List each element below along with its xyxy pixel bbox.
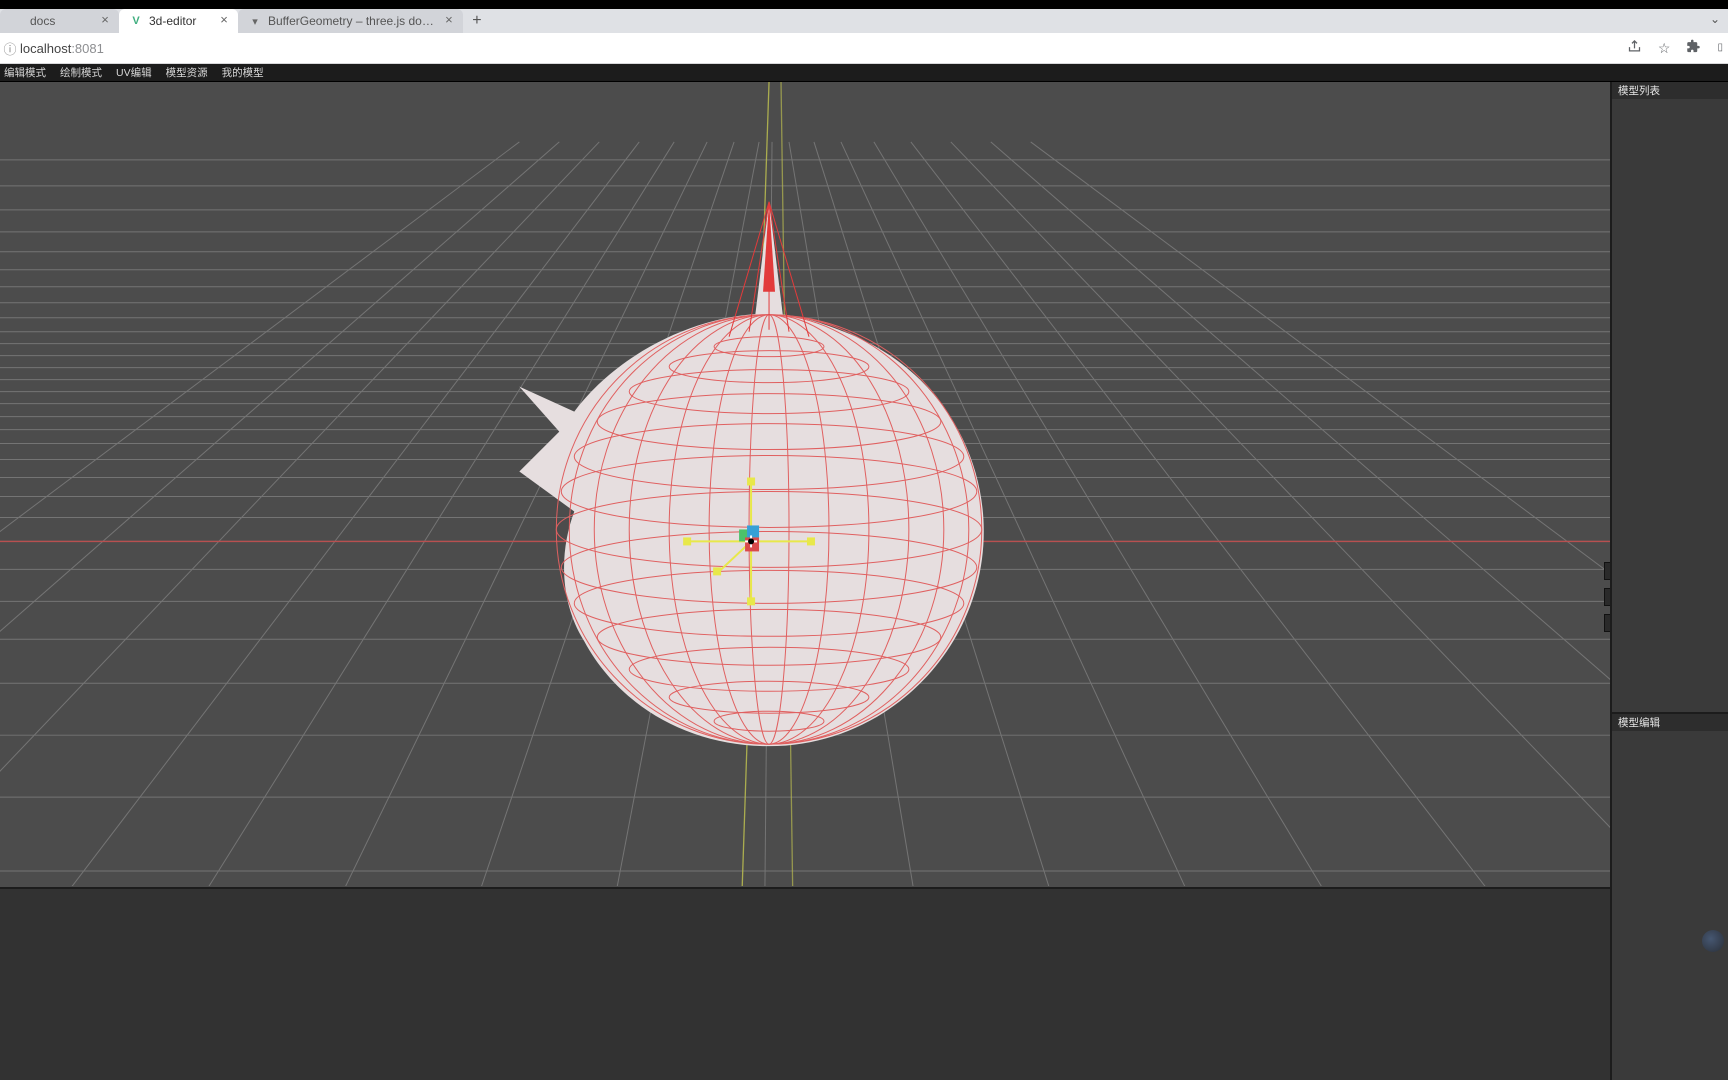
assistant-bubble-icon[interactable] bbox=[1702, 930, 1724, 952]
share-icon[interactable] bbox=[1627, 39, 1642, 57]
editor-menubar: 编辑模式 绘制模式 UV编辑 模型资源 我的模型 bbox=[0, 64, 1728, 82]
menu-my-models[interactable]: 我的模型 bbox=[222, 65, 264, 80]
close-icon[interactable]: × bbox=[98, 13, 112, 27]
panel-model-list[interactable]: 模型列表 bbox=[1612, 82, 1728, 714]
panel-title: 模型列表 bbox=[1618, 83, 1660, 98]
tabs-overflow-icon[interactable]: ⌄ bbox=[1710, 12, 1720, 26]
timeline-panel[interactable] bbox=[0, 889, 1612, 1080]
tab-docs[interactable]: docs × bbox=[0, 9, 119, 33]
site-info-icon[interactable]: ⓘ bbox=[0, 39, 20, 58]
viewport-column: ↖ bbox=[0, 82, 1612, 1080]
close-icon[interactable]: × bbox=[217, 13, 231, 27]
browser-address-bar[interactable]: ⓘ localhost:8081 ☆ ▯ bbox=[0, 33, 1728, 64]
menu-model-resources[interactable]: 模型资源 bbox=[166, 65, 208, 80]
menu-edit-mode[interactable]: 编辑模式 bbox=[4, 65, 46, 80]
vue-favicon-icon: V bbox=[129, 14, 143, 28]
new-tab-button[interactable]: + bbox=[463, 9, 491, 33]
tab-threejs-docs[interactable]: ▾ BufferGeometry – three.js do… × bbox=[238, 9, 463, 33]
threejs-favicon-icon: ▾ bbox=[248, 14, 262, 28]
panel-header: 模型编辑 bbox=[1612, 714, 1728, 731]
browser-tabstrip: docs × V 3d-editor × ▾ BufferGeometry – … bbox=[0, 9, 1728, 33]
editor-workspace: ↖ bbox=[0, 82, 1728, 1080]
window-titlebar-fragment bbox=[0, 0, 1728, 9]
tab-favicon bbox=[10, 14, 24, 28]
panel-model-edit[interactable]: 模型编辑 bbox=[1612, 714, 1728, 1080]
url-host: localhost bbox=[20, 41, 71, 56]
panel-title: 模型编辑 bbox=[1618, 715, 1660, 730]
menu-uv-edit[interactable]: UV编辑 bbox=[116, 65, 152, 80]
viewport-3d[interactable]: ↖ bbox=[0, 82, 1612, 889]
tab-title: 3d-editor bbox=[149, 14, 196, 28]
panel-header: 模型列表 bbox=[1612, 82, 1728, 99]
addr-action-icons: ☆ ▯ bbox=[1627, 33, 1722, 63]
menu-icon[interactable]: ▯ bbox=[1717, 44, 1722, 52]
close-icon[interactable]: × bbox=[442, 13, 456, 27]
scene-svg bbox=[0, 82, 1610, 886]
tab-title: docs bbox=[30, 14, 55, 28]
menu-draw-mode[interactable]: 绘制模式 bbox=[60, 65, 102, 80]
star-icon[interactable]: ☆ bbox=[1658, 40, 1671, 57]
tab-title: BufferGeometry – three.js do… bbox=[268, 14, 434, 28]
viewport-axis-handles[interactable] bbox=[1604, 562, 1610, 632]
url-text: localhost:8081 bbox=[20, 41, 104, 56]
url-port: :8081 bbox=[71, 41, 104, 56]
tab-3d-editor[interactable]: V 3d-editor × bbox=[119, 9, 238, 33]
extensions-icon[interactable] bbox=[1686, 39, 1701, 57]
